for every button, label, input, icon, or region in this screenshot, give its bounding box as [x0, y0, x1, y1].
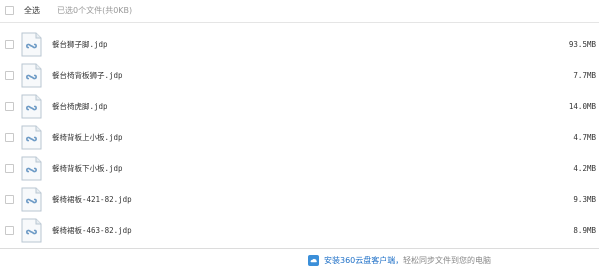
cloud-file-icon [21, 156, 42, 181]
cloud-drive-icon [308, 255, 319, 266]
file-checkbox[interactable] [5, 133, 14, 142]
file-row[interactable]: 餐椅背板下小板.jdp 4.2MB [0, 153, 599, 184]
file-checkbox[interactable] [5, 40, 14, 49]
selection-summary: 已选0个文件(共0KB) [57, 6, 133, 15]
file-list-panel: 全选 已选0个文件(共0KB) 餐台狮子脚.jdp 93.5MB 餐台椅背板狮子.j… [0, 0, 599, 268]
footer-bar: 安装360云盘客户端， 轻松同步文件到您的电脑 [0, 248, 599, 268]
file-name-link[interactable]: 餐椅裙板-463-82.jdp [52, 225, 132, 236]
promo-description: 轻松同步文件到您的电脑 [403, 256, 491, 265]
file-name-link[interactable]: 餐台狮子脚.jdp [52, 39, 108, 50]
file-name-link[interactable]: 餐椅裙板-421-82.jdp [52, 194, 132, 205]
file-size: 8.9MB [573, 226, 596, 235]
file-row[interactable]: 餐椅裙板-421-82.jdp 9.3MB [0, 184, 599, 215]
file-name-link[interactable]: 餐台椅背板狮子.jdp [52, 70, 123, 81]
install-client-link[interactable]: 安装360云盘客户端， [324, 255, 403, 266]
file-checkbox[interactable] [5, 226, 14, 235]
file-row[interactable]: 餐椅裙板-463-82.jdp 8.9MB [0, 215, 599, 246]
file-size: 4.2MB [573, 164, 596, 173]
cloud-file-icon [21, 94, 42, 119]
cloud-file-icon [21, 218, 42, 243]
file-size: 7.7MB [573, 71, 596, 80]
file-checkbox[interactable] [5, 195, 14, 204]
file-name-link[interactable]: 餐台椅虎脚.jdp [52, 101, 108, 112]
select-all-label[interactable]: 全选 [24, 5, 40, 16]
select-all-checkbox[interactable] [5, 6, 14, 15]
file-checkbox[interactable] [5, 71, 14, 80]
file-row[interactable]: 餐台狮子脚.jdp 93.5MB [0, 29, 599, 60]
file-size: 9.3MB [573, 195, 596, 204]
file-checkbox[interactable] [5, 164, 14, 173]
file-size: 4.7MB [573, 133, 596, 142]
file-row[interactable]: 餐椅背板上小板.jdp 4.7MB [0, 122, 599, 153]
file-checkbox[interactable] [5, 102, 14, 111]
cloud-file-icon [21, 187, 42, 212]
cloud-file-icon [21, 125, 42, 150]
file-name-link[interactable]: 餐椅背板上小板.jdp [52, 132, 123, 143]
file-row[interactable]: 餐台椅虎脚.jdp 14.0MB [0, 91, 599, 122]
file-size: 14.0MB [568, 102, 596, 111]
cloud-file-icon [21, 63, 42, 88]
cloud-file-icon [21, 32, 42, 57]
file-row[interactable]: 餐台椅背板狮子.jdp 7.7MB [0, 60, 599, 91]
file-name-link[interactable]: 餐椅背板下小板.jdp [52, 163, 123, 174]
list-header: 全选 已选0个文件(共0KB) [0, 0, 599, 23]
file-size: 93.5MB [568, 40, 596, 49]
